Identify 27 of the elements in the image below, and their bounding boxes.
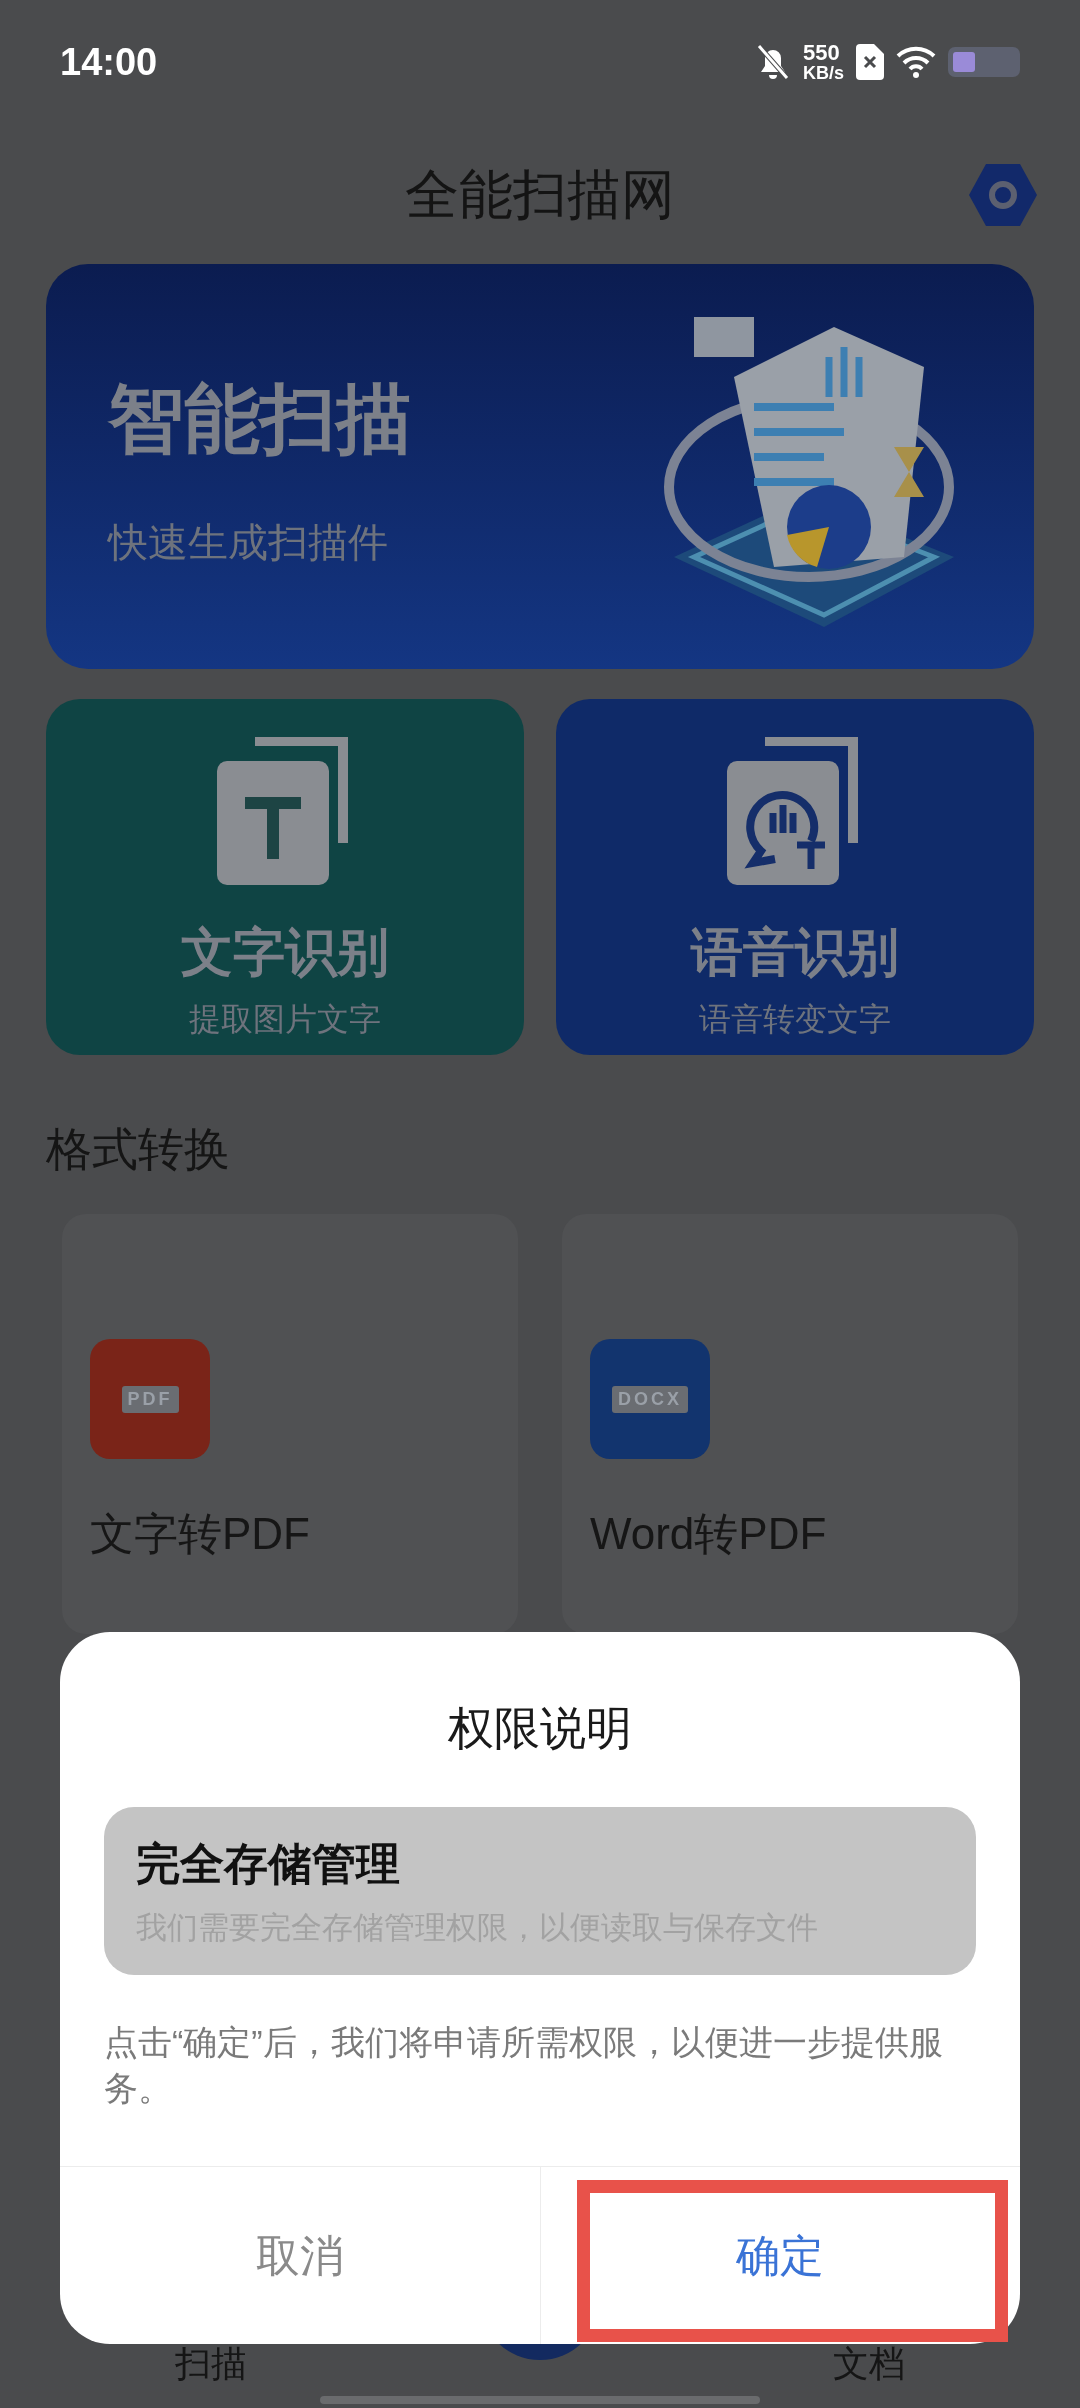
clock: 14:00 bbox=[60, 39, 158, 85]
confirm-button[interactable]: 确定 bbox=[716, 2212, 845, 2299]
dialog-note: 点击“确定”后，我们将申请所需权限，以便进一步提供服务。 bbox=[104, 2022, 944, 2109]
nav-tab[interactable]: 扫描 bbox=[175, 2346, 247, 2382]
permission-name: 完全存储管理 bbox=[136, 1837, 401, 1890]
nav-tab[interactable]: 文档 bbox=[833, 2346, 905, 2382]
app-title: 全能扫描网 bbox=[405, 162, 675, 226]
sim-card-icon bbox=[856, 44, 884, 80]
feature-subtitle: 提取图片文字 bbox=[189, 1000, 381, 1039]
section-title: 格式转换 bbox=[46, 1122, 231, 1177]
feature-subtitle: 语音转变文字 bbox=[699, 1000, 891, 1039]
feature-title: 文字识别 bbox=[181, 922, 389, 983]
bell-muted-icon bbox=[755, 42, 791, 82]
network-unit: KB/s bbox=[803, 64, 844, 82]
dialog-title: 权限说明 bbox=[448, 1701, 632, 1756]
format-label: Word转PDF bbox=[590, 1508, 828, 1560]
battery-icon bbox=[948, 47, 1020, 77]
network-speed: 550 bbox=[803, 42, 841, 64]
cancel-button[interactable]: 取消 bbox=[235, 2212, 364, 2299]
feature-title: 语音识别 bbox=[691, 922, 899, 983]
smart-scan-card[interactable]: 智能扫描 快速生成扫描件 bbox=[46, 264, 1034, 669]
card-subtitle: 快速生成扫描件 bbox=[108, 518, 389, 566]
feature-card[interactable]: 文字识别 提取图片文字 bbox=[46, 699, 524, 1055]
format-label: 文字转PDF bbox=[90, 1508, 311, 1560]
feature-card[interactable]: 语音识别 语音转变文字 bbox=[556, 699, 1034, 1055]
wifi-icon bbox=[896, 46, 936, 78]
card-title: 智能扫描 bbox=[108, 374, 412, 463]
